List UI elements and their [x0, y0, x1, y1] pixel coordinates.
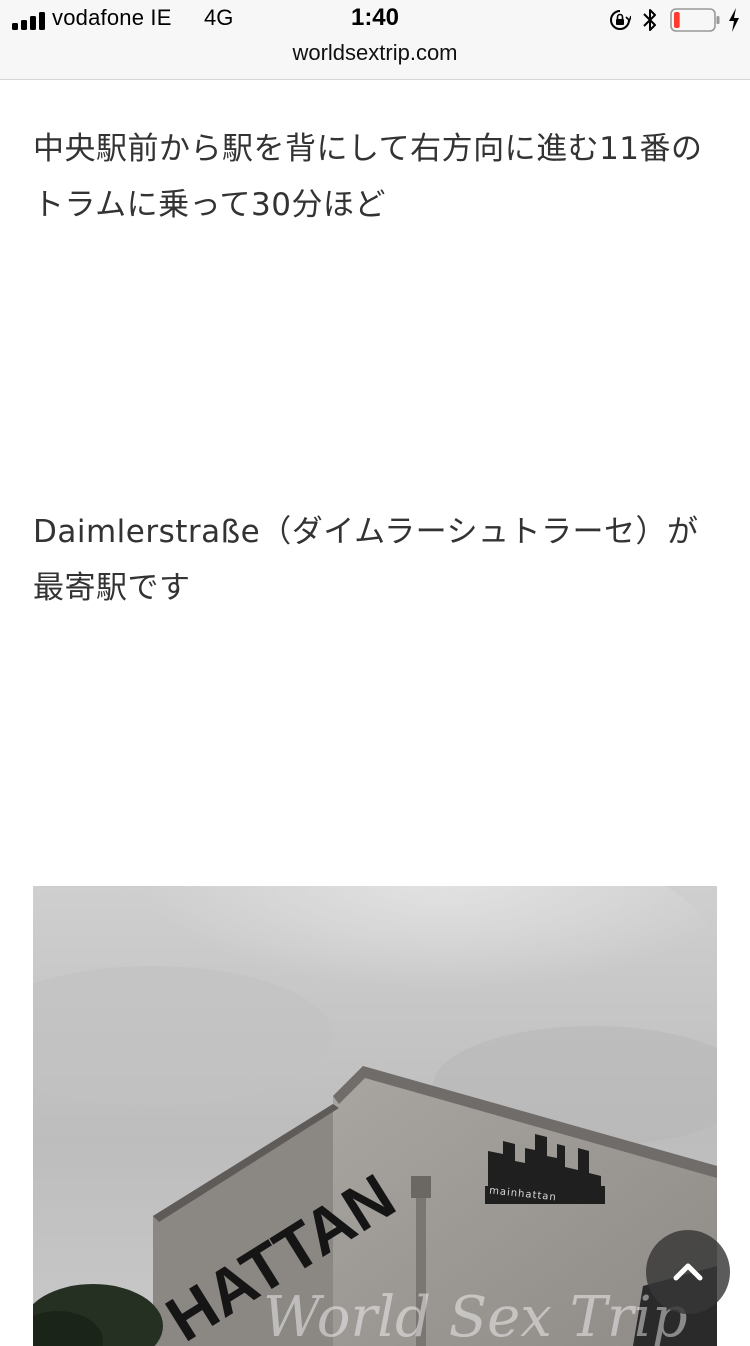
- article-paragraph-station: Daimlerstraße（ダイムラーシュトラーセ）が最寄駅です: [33, 514, 699, 606]
- battery-icon: [670, 8, 720, 32]
- article-content: 中央駅前から駅を背にして右方向に進む11番のトラムに乗って30分ほど Daiml…: [0, 81, 750, 1346]
- chevron-up-icon: [673, 1263, 703, 1281]
- photo-watermark: World Sex Trip: [263, 1285, 688, 1346]
- rotation-lock-icon: [610, 10, 631, 30]
- clock: 1:40: [350, 4, 400, 31]
- charging-bolt-icon: [729, 8, 739, 32]
- article-paragraph-directions: 中央駅前から駅を背にして右方向に進む11番のトラムに乗って30分ほど: [33, 131, 703, 223]
- scroll-to-top-button[interactable]: [646, 1230, 730, 1314]
- club-building-photo: mainhattan HATTAN World Sex Trip: [33, 886, 717, 1346]
- status-bar: vodafone IE 4G 1:40 worldsextrip.com: [0, 0, 750, 80]
- bluetooth-icon: [643, 9, 656, 31]
- address-bar-url[interactable]: worldsextrip.com: [0, 40, 750, 66]
